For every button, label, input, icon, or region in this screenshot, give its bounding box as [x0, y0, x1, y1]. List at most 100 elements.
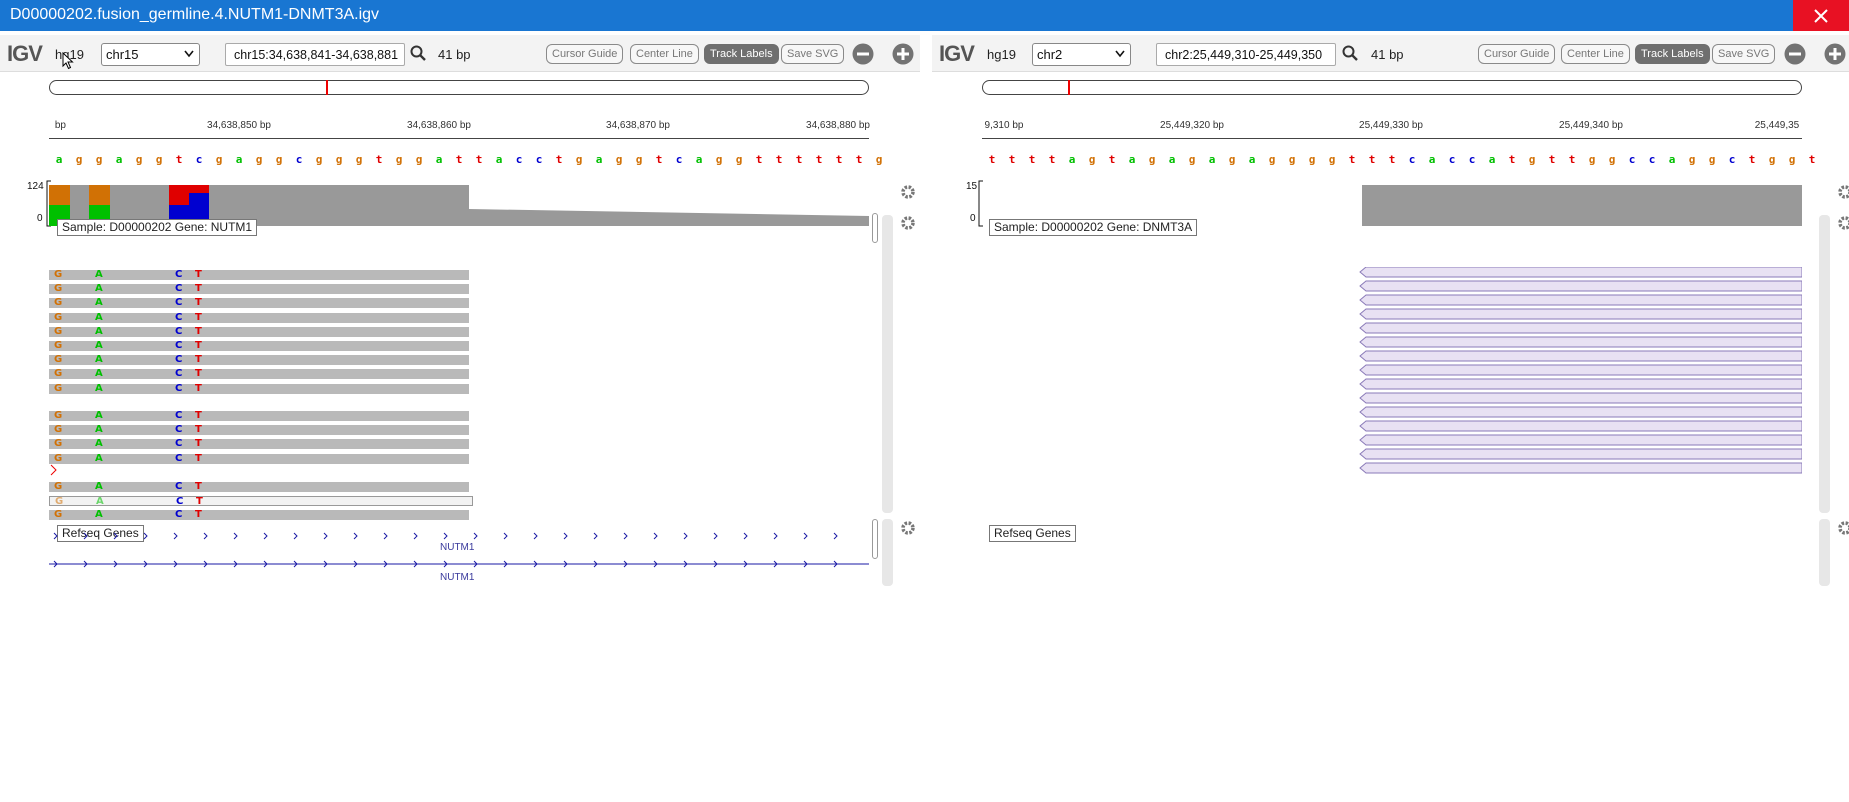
- alignment-read[interactable]: [1359, 322, 1802, 334]
- alignment-read[interactable]: [1359, 267, 1802, 278]
- strand-arrow: [713, 532, 718, 540]
- scroll-handle[interactable]: [872, 519, 878, 559]
- locus-input[interactable]: chr2:25,449,310-25,449,350: [1156, 43, 1336, 66]
- strand-arrow: [833, 532, 838, 540]
- strand-arrow: [143, 532, 148, 540]
- alignment-read[interactable]: GACT: [49, 340, 469, 351]
- ideogram[interactable]: [982, 80, 1802, 95]
- zoom-in-icon[interactable]: [1824, 43, 1846, 65]
- mismatch-base: C: [175, 283, 183, 295]
- save-svg-button[interactable]: Save SVG: [781, 44, 845, 64]
- search-icon[interactable]: [410, 45, 426, 61]
- alignment-read[interactable]: [1359, 406, 1802, 418]
- sequence-base: t: [795, 153, 803, 166]
- close-button[interactable]: [1793, 0, 1849, 31]
- chromosome-value: chr2: [1037, 47, 1063, 62]
- mismatch-base: A: [96, 496, 104, 507]
- gear-icon[interactable]: [1837, 520, 1849, 536]
- alignment-read[interactable]: [1359, 308, 1802, 320]
- ruler-label: 25,449,340 bp: [1559, 120, 1623, 131]
- mismatch-base: G: [54, 382, 63, 394]
- strand-arrow: [533, 532, 538, 540]
- sequence-base: c: [1728, 153, 1736, 166]
- scrollbar[interactable]: [882, 215, 893, 513]
- sequence-base: a: [1168, 153, 1176, 166]
- alignment-read[interactable]: GACT: [49, 453, 469, 464]
- alignment-read[interactable]: GACT: [49, 283, 469, 295]
- cursor-guide-button[interactable]: Cursor Guide: [1478, 44, 1556, 64]
- alignment-read[interactable]: GACT: [49, 368, 469, 380]
- sequence-base: c: [295, 153, 303, 166]
- alignment-read[interactable]: GACT: [49, 269, 469, 280]
- gear-icon[interactable]: [1837, 184, 1849, 200]
- gear-icon[interactable]: [900, 184, 916, 200]
- track-labels-button[interactable]: Track Labels: [1635, 44, 1710, 64]
- genome-label[interactable]: hg19: [987, 47, 1016, 62]
- sequence-base: c: [535, 153, 543, 166]
- sequence-base: g: [315, 153, 323, 166]
- alignment-read[interactable]: GACT: [49, 438, 469, 450]
- alignment-read[interactable]: GACT: [49, 354, 469, 366]
- alignment-read[interactable]: [1359, 364, 1802, 376]
- alignment-read[interactable]: [1359, 336, 1802, 348]
- sequence-base: g: [1088, 153, 1096, 166]
- alignment-read[interactable]: [1359, 434, 1802, 446]
- chevron-down-icon: [1115, 50, 1125, 58]
- alignment-read[interactable]: [1359, 448, 1802, 460]
- sequence-base: a: [495, 153, 503, 166]
- alignment-read[interactable]: GACT: [49, 326, 469, 337]
- ideogram[interactable]: [49, 80, 869, 95]
- scrollbar[interactable]: [1819, 215, 1830, 513]
- alignment-read[interactable]: GACT: [49, 481, 469, 492]
- scroll-handle[interactable]: [872, 213, 878, 243]
- locus-input[interactable]: chr15:34,638,841-34,638,881: [225, 43, 405, 66]
- alignment-read[interactable]: GACT: [49, 424, 469, 436]
- center-line-button[interactable]: Center Line: [630, 44, 699, 64]
- alignment-read[interactable]: [1359, 280, 1802, 292]
- alignment-read[interactable]: [1359, 350, 1802, 362]
- save-svg-button[interactable]: Save SVG: [1712, 44, 1776, 64]
- zoom-out-icon[interactable]: [1784, 43, 1806, 65]
- alignment-read[interactable]: GACT: [49, 297, 469, 309]
- mismatch-base: G: [54, 424, 63, 436]
- mismatch-base: G: [54, 269, 63, 280]
- sequence-base: g: [1588, 153, 1596, 166]
- center-line-button[interactable]: Center Line: [1561, 44, 1630, 64]
- search-icon[interactable]: [1342, 45, 1358, 61]
- alignment-read[interactable]: [1359, 392, 1802, 404]
- gear-icon[interactable]: [900, 520, 916, 536]
- alignment-read[interactable]: [1359, 294, 1802, 306]
- strand-arrow: [443, 532, 448, 540]
- zoom-out-icon[interactable]: [852, 43, 874, 65]
- gear-icon[interactable]: [1837, 215, 1849, 231]
- sequence-base: t: [1048, 153, 1056, 166]
- strand-arrow: [263, 532, 268, 540]
- alignment-read[interactable]: [1359, 420, 1802, 432]
- alignment-read[interactable]: GACT: [49, 410, 469, 421]
- cursor-guide-button[interactable]: Cursor Guide: [546, 44, 624, 64]
- sequence-base: g: [155, 153, 163, 166]
- alignment-read[interactable]: GACT: [49, 311, 469, 323]
- mismatch-base: C: [175, 269, 183, 280]
- sequence-base: c: [515, 153, 523, 166]
- mismatch-base: T: [195, 311, 202, 323]
- gear-icon[interactable]: [900, 215, 916, 231]
- alignment-track[interactable]: [982, 267, 1802, 477]
- window-title: D00000202.fusion_germline.4.NUTM1-DNMT3A…: [10, 6, 380, 23]
- ruler-label: 9,310 bp: [984, 120, 1024, 131]
- alignment-read[interactable]: GACT: [49, 509, 469, 520]
- chromosome-select[interactable]: chr2: [1032, 43, 1131, 66]
- alignment-read[interactable]: [1359, 378, 1802, 390]
- chromosome-select[interactable]: chr15: [101, 43, 200, 66]
- alignment-read[interactable]: [1359, 462, 1802, 474]
- alignment-read[interactable]: GACT: [49, 496, 473, 507]
- sequence-base: g: [1768, 153, 1776, 166]
- zoom-in-icon[interactable]: [892, 43, 914, 65]
- track-labels-button[interactable]: Track Labels: [704, 44, 779, 64]
- mismatch-base: C: [176, 496, 184, 507]
- scrollbar[interactable]: [1819, 519, 1830, 586]
- sequence-base: t: [835, 153, 843, 166]
- alignment-read[interactable]: GACT: [49, 382, 469, 394]
- igv-panel-right: IGV hg19 chr2 chr2:25,449,310-25,449,350…: [932, 35, 1849, 595]
- scrollbar[interactable]: [882, 519, 893, 586]
